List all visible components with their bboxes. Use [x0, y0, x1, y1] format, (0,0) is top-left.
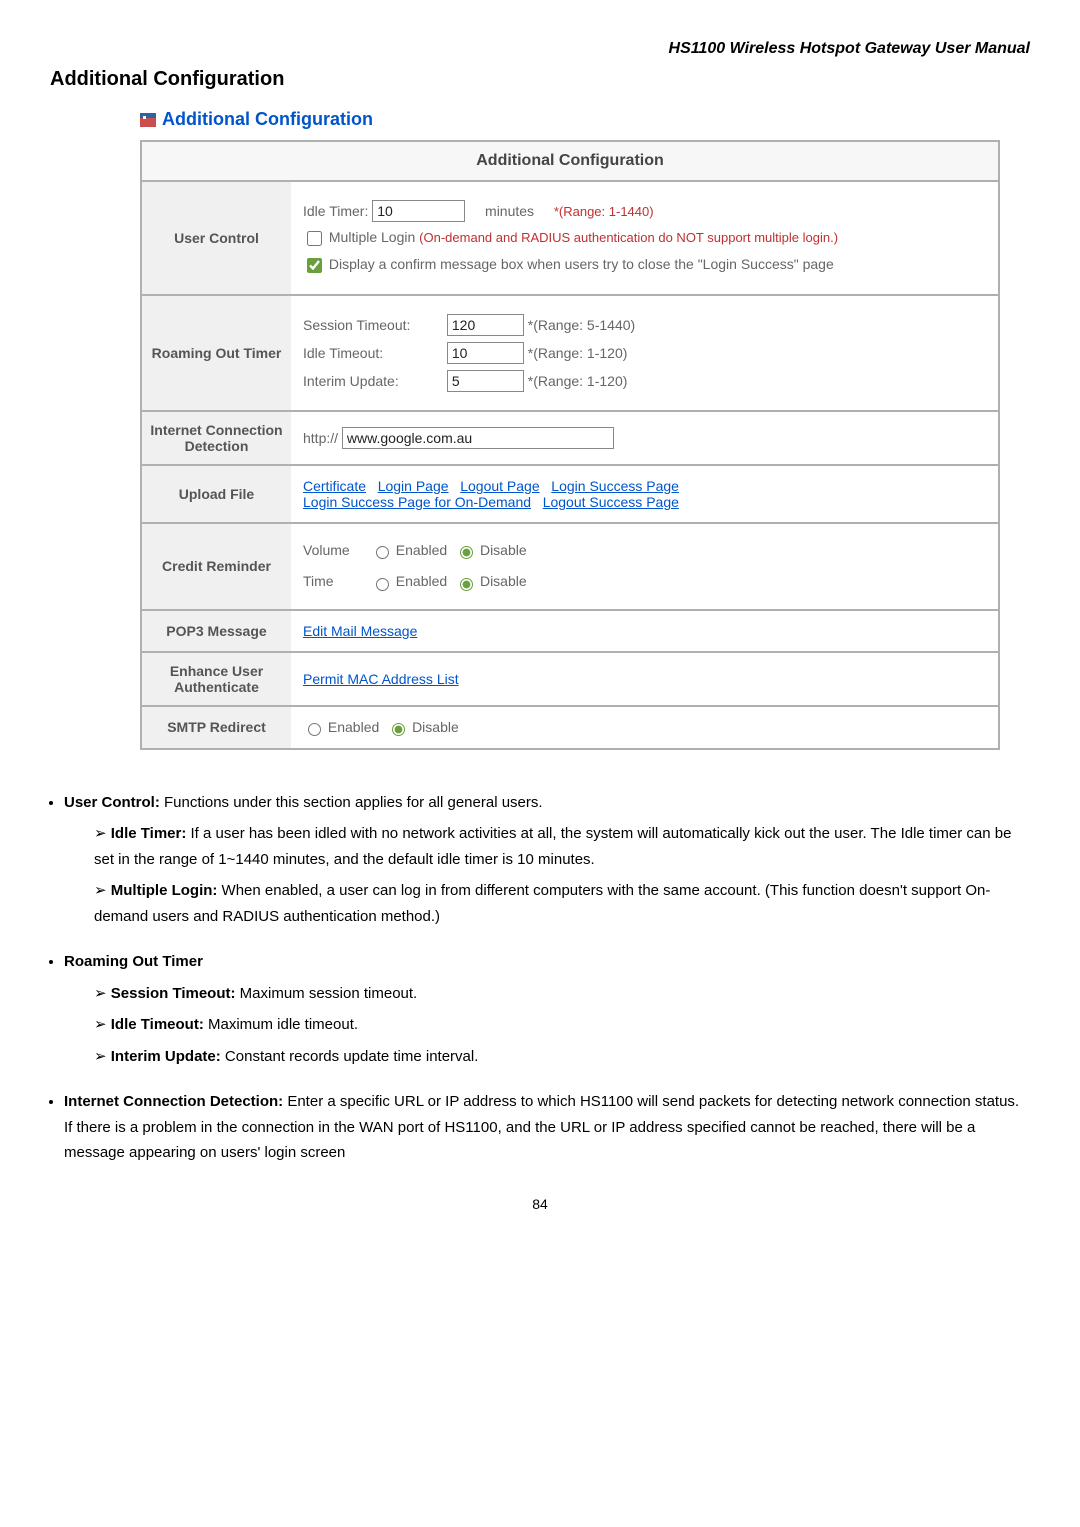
row-label-internet: Internet Connection Detection: [141, 411, 291, 465]
row-label-upload: Upload File: [141, 465, 291, 523]
upload-link-logout-page[interactable]: Logout Page: [460, 478, 539, 494]
config-table: Additional Configuration User Control Id…: [140, 140, 1000, 750]
credit-time-enabled-radio[interactable]: [376, 578, 389, 591]
multiple-login-checkbox[interactable]: [307, 231, 322, 246]
upload-link-logout-success[interactable]: Logout Success Page: [543, 494, 679, 510]
idle-timeout-range: *(Range: 1-120): [528, 345, 628, 361]
idle-timer-minutes: minutes: [485, 203, 534, 219]
smtp-disable-radio[interactable]: [392, 723, 405, 736]
row-content-enhance: Permit MAC Address List: [291, 652, 999, 706]
idle-timeout-input[interactable]: [447, 342, 524, 364]
row-content-pop3: Edit Mail Message: [291, 610, 999, 652]
credit-time-disable-text: Disable: [480, 573, 527, 589]
idle-timer-label: Idle Timer:: [303, 203, 368, 219]
row-content-roaming: Session Timeout: *(Range: 5-1440) Idle T…: [291, 295, 999, 411]
session-timeout-label: Session Timeout:: [303, 317, 443, 333]
body-idle-rest: Maximum idle timeout.: [204, 1016, 358, 1033]
row-label-roaming: Roaming Out Timer: [141, 295, 291, 411]
session-timeout-range: *(Range: 5-1440): [528, 317, 635, 333]
body-idle-timer-head: Idle Timer:: [111, 825, 187, 842]
multiple-login-label: Multiple Login: [329, 229, 415, 245]
session-timeout-input[interactable]: [447, 314, 524, 336]
row-label-user-control: User Control: [141, 181, 291, 295]
row-label-credit: Credit Reminder: [141, 523, 291, 610]
row-label-enhance: Enhance User Authenticate: [141, 652, 291, 706]
body-interim-head: Interim Update:: [111, 1048, 221, 1065]
multiple-login-note: (On-demand and RADIUS authentication do …: [419, 230, 838, 245]
pop3-edit-link[interactable]: Edit Mail Message: [303, 623, 417, 639]
row-content-credit: Volume Enabled Disable Time Enabled Disa…: [291, 523, 999, 610]
body-session-head: Session Timeout:: [111, 985, 236, 1002]
display-confirm-checkbox[interactable]: [307, 258, 322, 273]
idle-timeout-label: Idle Timeout:: [303, 345, 443, 361]
row-content-upload: Certificate Login Page Logout Page Login…: [291, 465, 999, 523]
body-multiple-login-head: Multiple Login:: [111, 882, 218, 899]
credit-time-disable-radio[interactable]: [460, 578, 473, 591]
internet-url-input[interactable]: [342, 427, 614, 449]
smtp-enabled-text: Enabled: [328, 719, 379, 735]
credit-volume-enabled-text: Enabled: [396, 542, 447, 558]
table-header: Additional Configuration: [141, 141, 999, 181]
row-label-smtp: SMTP Redirect: [141, 706, 291, 749]
credit-volume-disable-text: Disable: [480, 542, 527, 558]
upload-link-login-success-ondemand[interactable]: Login Success Page for On-Demand: [303, 494, 531, 510]
body-interim-rest: Constant records update time interval.: [221, 1048, 479, 1065]
interim-update-label: Interim Update:: [303, 373, 443, 389]
internet-url-prefix: http://: [303, 430, 338, 446]
body-text: User Control: Functions under this secti…: [50, 790, 1030, 1166]
permit-mac-link[interactable]: Permit MAC Address List: [303, 671, 459, 687]
body-roaming-head: Roaming Out Timer: [64, 953, 203, 970]
body-idle-head: Idle Timeout:: [111, 1016, 204, 1033]
upload-link-login-page[interactable]: Login Page: [378, 478, 449, 494]
smtp-enabled-radio[interactable]: [308, 723, 321, 736]
doc-title: HS1100 Wireless Hotspot Gateway User Man…: [50, 40, 1030, 58]
interim-update-range: *(Range: 1-120): [528, 373, 628, 389]
idle-timer-input[interactable]: [372, 200, 465, 222]
body-idle-timer-rest: If a user has been idled with no network…: [94, 825, 1011, 868]
credit-volume-label: Volume: [303, 542, 363, 558]
body-internet-head: Internet Connection Detection:: [64, 1093, 283, 1110]
body-session-rest: Maximum session timeout.: [236, 985, 418, 1002]
page-heading: Additional Configuration: [50, 68, 1030, 91]
display-confirm-label: Display a confirm message box when users…: [329, 256, 834, 272]
body-user-control-head: User Control:: [64, 794, 160, 811]
upload-link-login-success[interactable]: Login Success Page: [551, 478, 679, 494]
upload-link-certificate[interactable]: Certificate: [303, 478, 366, 494]
body-multiple-login-rest: When enabled, a user can log in from dif…: [94, 882, 990, 925]
config-icon: [140, 113, 156, 127]
section-title: Additional Configuration: [140, 109, 1000, 130]
idle-timer-range: *(Range: 1-1440): [554, 204, 654, 219]
page-number: 84: [50, 1196, 1030, 1212]
row-label-pop3: POP3 Message: [141, 610, 291, 652]
credit-volume-disable-radio[interactable]: [460, 546, 473, 559]
section-title-text: Additional Configuration: [162, 109, 373, 130]
credit-time-label: Time: [303, 573, 363, 589]
credit-time-enabled-text: Enabled: [396, 573, 447, 589]
interim-update-input[interactable]: [447, 370, 524, 392]
row-content-internet: http://: [291, 411, 999, 465]
body-user-control-rest: Functions under this section applies for…: [160, 794, 543, 811]
row-content-smtp: Enabled Disable: [291, 706, 999, 749]
credit-volume-enabled-radio[interactable]: [376, 546, 389, 559]
smtp-disable-text: Disable: [412, 719, 459, 735]
row-content-user-control: Idle Timer: minutes *(Range: 1-1440) Mul…: [291, 181, 999, 295]
